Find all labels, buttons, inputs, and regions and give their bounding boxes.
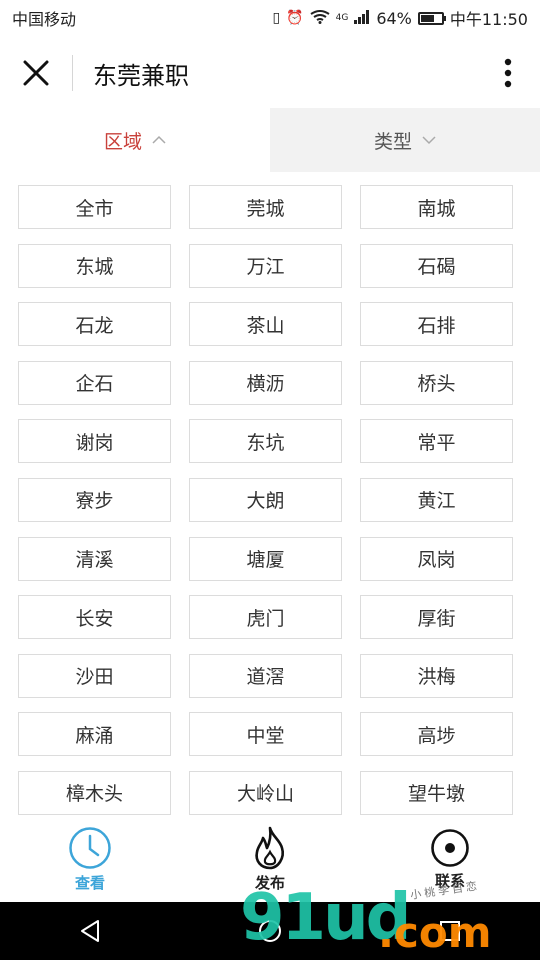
region-option[interactable]: 沙田 (18, 653, 171, 698)
tab-type[interactable]: 类型 (270, 108, 540, 172)
clock-time: 中午11:50 (449, 10, 528, 29)
watermark-suffix: .com (378, 908, 492, 957)
close-button[interactable] (0, 36, 72, 110)
region-option[interactable]: 大朗 (189, 477, 342, 522)
region-option[interactable]: 麻涌 (18, 712, 171, 757)
region-option[interactable]: 长安 (18, 595, 171, 640)
region-option[interactable]: 石排 (360, 302, 513, 347)
watermark: 91ud .com 小桃李自恋 (240, 879, 540, 960)
page-title: 东莞兼职 (93, 61, 189, 90)
region-option[interactable]: 南城 (360, 185, 513, 229)
nav-view-label: 查看 (74, 873, 105, 892)
region-option[interactable]: 石碣 (360, 243, 513, 288)
back-icon[interactable] (79, 919, 101, 943)
chevron-down-icon (422, 136, 436, 145)
network-type-label: 4G (335, 12, 349, 23)
region-option[interactable]: 东坑 (189, 419, 342, 464)
region-option[interactable]: 洪梅 (360, 653, 513, 698)
region-option[interactable]: 莞城 (189, 185, 342, 229)
signal-icon (354, 9, 370, 27)
region-grid: 全市 莞城 南城东城 万江 石碣石龙 茶山 石排企石 横沥 桥头谢岗 东坑 常平寮步 大朗 黄江清溪 塘厦… (18, 185, 522, 815)
region-option[interactable]: 万江 (189, 243, 342, 288)
region-option[interactable]: 茶山 (189, 302, 342, 347)
wifi-icon (310, 9, 330, 27)
alarm-icon: ⏰ (286, 10, 304, 26)
tab-region[interactable]: 区域 (0, 108, 270, 172)
tab-region-label: 区域 (103, 130, 142, 153)
status-icons: ▯ ⏰ 4G 64% 中午11:50 (272, 6, 528, 30)
carrier-label: 中国移动 (12, 10, 77, 29)
status-bar: 中国移动 ▯ ⏰ 4G 64% 中午11:50 (0, 0, 540, 36)
region-option[interactable]: 中堂 (189, 712, 342, 757)
watermark-handwriting: 小桃李自恋 (409, 879, 481, 902)
region-option[interactable]: 寮步 (18, 477, 171, 522)
more-vertical-icon (504, 58, 512, 88)
region-option[interactable]: 道滘 (189, 653, 342, 698)
region-option[interactable]: 清溪 (18, 536, 171, 581)
region-option[interactable]: 塘厦 (189, 536, 342, 581)
region-option[interactable]: 厚街 (360, 595, 513, 640)
region-option[interactable]: 望牛墩 (360, 770, 513, 815)
flame-icon (255, 826, 284, 869)
region-option[interactable]: 东城 (18, 243, 171, 288)
clock-icon (69, 826, 111, 869)
header-divider (72, 55, 73, 91)
filter-tabs: 区域 类型 (0, 108, 540, 172)
region-option[interactable]: 大岭山 (189, 770, 342, 815)
region-option[interactable]: 桥头 (360, 360, 513, 405)
region-option[interactable]: 樟木头 (18, 770, 171, 815)
region-option[interactable]: 横沥 (189, 360, 342, 405)
nav-view[interactable]: 查看 (0, 816, 180, 902)
region-option[interactable]: 常平 (360, 419, 513, 464)
more-button[interactable] (476, 36, 540, 110)
region-option[interactable]: 全市 (18, 185, 171, 229)
app-header: 东莞兼职 (0, 36, 540, 110)
region-option[interactable]: 企石 (18, 360, 171, 405)
close-icon (23, 60, 49, 86)
battery-icon (417, 11, 446, 25)
region-option[interactable]: 凤岗 (360, 536, 513, 581)
target-icon (431, 828, 469, 867)
chevron-up-icon (152, 135, 166, 144)
vibrate-icon: ▯ (272, 10, 281, 26)
region-option[interactable]: 石龙 (18, 302, 171, 347)
battery-percent: 64% (376, 8, 412, 28)
region-option[interactable]: 黄江 (360, 477, 513, 522)
tab-type-label: 类型 (373, 130, 412, 153)
region-option[interactable]: 高埗 (360, 712, 513, 757)
region-option[interactable]: 谢岗 (18, 419, 171, 464)
region-option[interactable]: 虎门 (189, 595, 342, 640)
